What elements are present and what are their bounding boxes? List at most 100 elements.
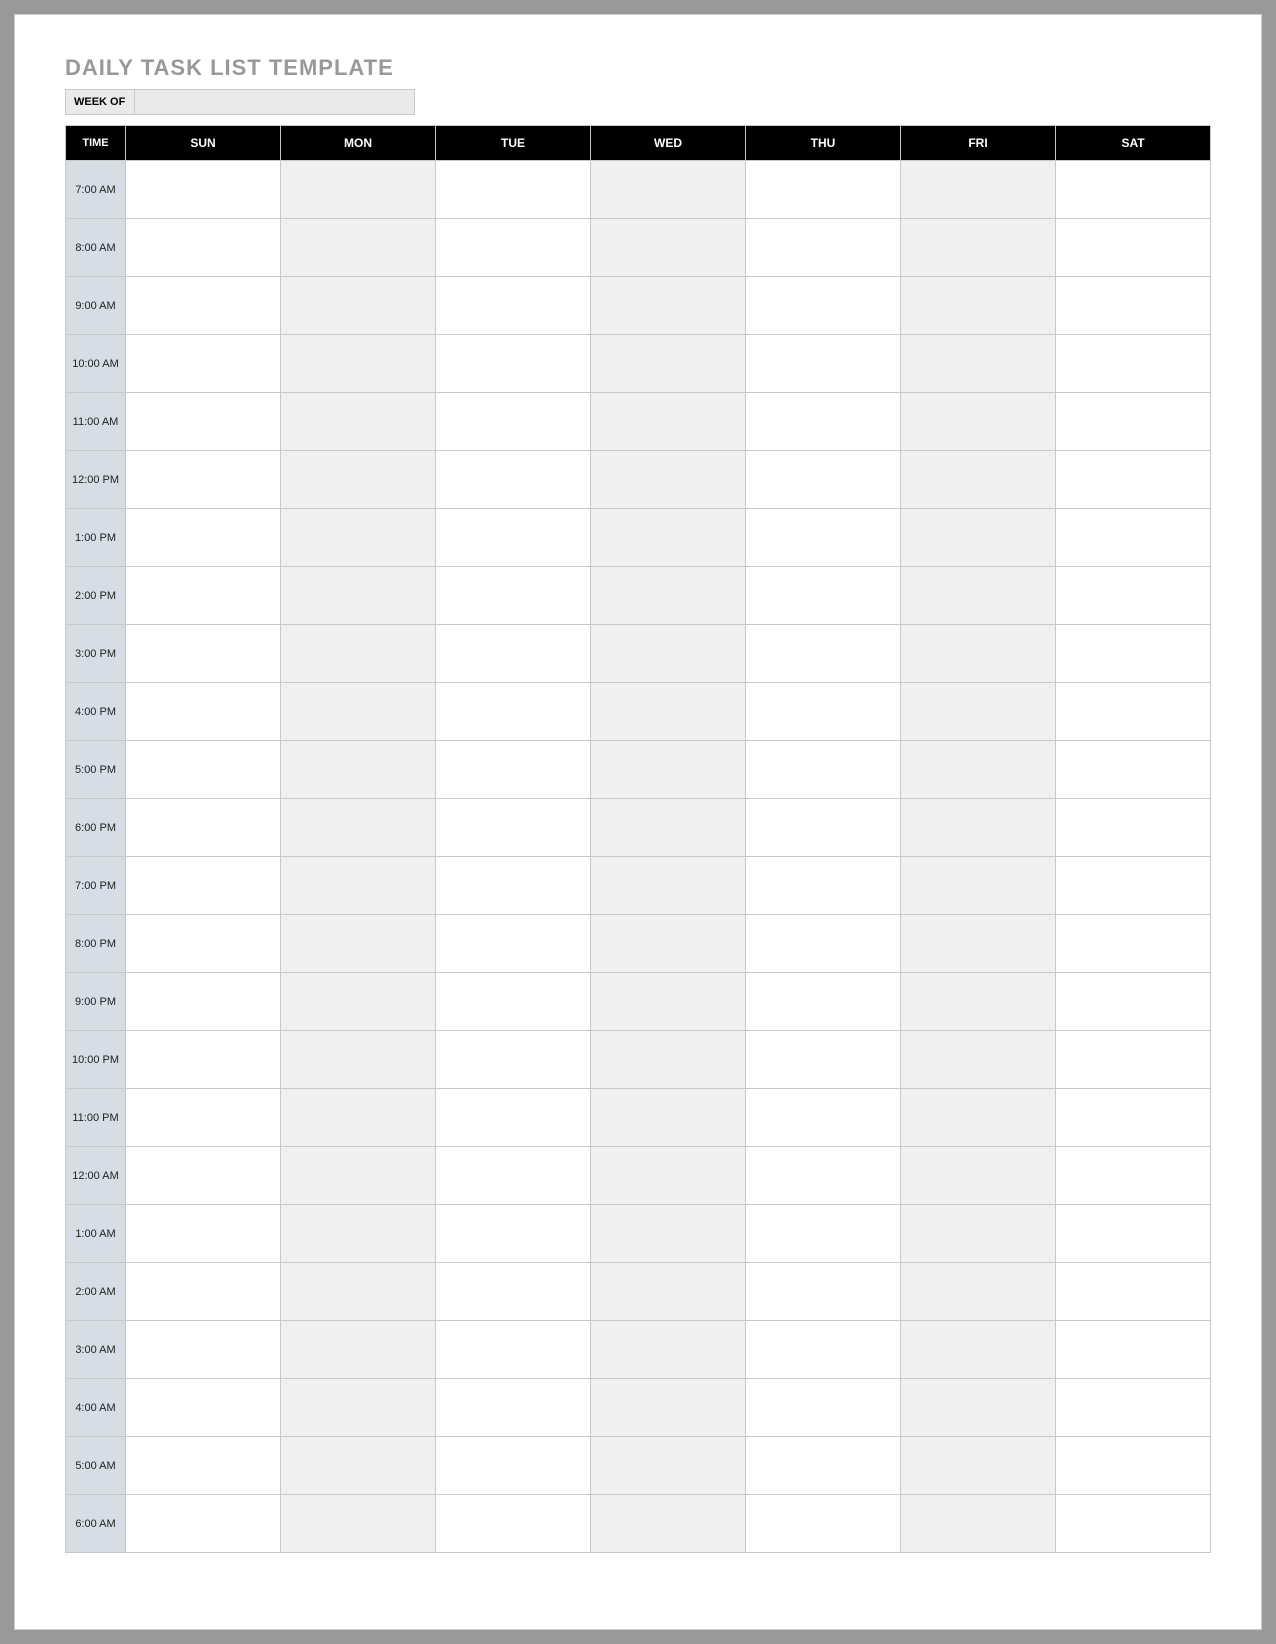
task-cell[interactable] (436, 451, 591, 509)
task-cell[interactable] (901, 1031, 1056, 1089)
task-cell[interactable] (1056, 1147, 1211, 1205)
task-cell[interactable] (281, 799, 436, 857)
task-cell[interactable] (436, 1031, 591, 1089)
task-cell[interactable] (436, 1205, 591, 1263)
task-cell[interactable] (901, 915, 1056, 973)
task-cell[interactable] (436, 161, 591, 219)
task-cell[interactable] (1056, 1031, 1211, 1089)
task-cell[interactable] (436, 277, 591, 335)
task-cell[interactable] (436, 393, 591, 451)
task-cell[interactable] (436, 1379, 591, 1437)
task-cell[interactable] (436, 1495, 591, 1553)
task-cell[interactable] (746, 799, 901, 857)
task-cell[interactable] (126, 915, 281, 973)
task-cell[interactable] (126, 451, 281, 509)
task-cell[interactable] (1056, 857, 1211, 915)
task-cell[interactable] (126, 161, 281, 219)
task-cell[interactable] (281, 1089, 436, 1147)
task-cell[interactable] (281, 973, 436, 1031)
task-cell[interactable] (591, 741, 746, 799)
task-cell[interactable] (436, 335, 591, 393)
task-cell[interactable] (1056, 335, 1211, 393)
task-cell[interactable] (901, 741, 1056, 799)
task-cell[interactable] (591, 857, 746, 915)
task-cell[interactable] (436, 1263, 591, 1321)
task-cell[interactable] (281, 161, 436, 219)
task-cell[interactable] (281, 335, 436, 393)
task-cell[interactable] (1056, 277, 1211, 335)
task-cell[interactable] (126, 219, 281, 277)
task-cell[interactable] (746, 277, 901, 335)
task-cell[interactable] (746, 683, 901, 741)
task-cell[interactable] (746, 509, 901, 567)
task-cell[interactable] (901, 1263, 1056, 1321)
task-cell[interactable] (591, 1031, 746, 1089)
task-cell[interactable] (436, 625, 591, 683)
task-cell[interactable] (746, 1089, 901, 1147)
task-cell[interactable] (901, 219, 1056, 277)
task-cell[interactable] (591, 277, 746, 335)
task-cell[interactable] (591, 1147, 746, 1205)
task-cell[interactable] (281, 1263, 436, 1321)
task-cell[interactable] (591, 1495, 746, 1553)
task-cell[interactable] (746, 1205, 901, 1263)
task-cell[interactable] (126, 625, 281, 683)
task-cell[interactable] (746, 857, 901, 915)
task-cell[interactable] (901, 1321, 1056, 1379)
task-cell[interactable] (126, 1147, 281, 1205)
task-cell[interactable] (126, 741, 281, 799)
task-cell[interactable] (436, 799, 591, 857)
task-cell[interactable] (126, 509, 281, 567)
task-cell[interactable] (281, 393, 436, 451)
task-cell[interactable] (436, 1437, 591, 1495)
task-cell[interactable] (1056, 161, 1211, 219)
task-cell[interactable] (746, 219, 901, 277)
task-cell[interactable] (746, 161, 901, 219)
task-cell[interactable] (126, 1321, 281, 1379)
task-cell[interactable] (281, 451, 436, 509)
task-cell[interactable] (591, 1321, 746, 1379)
task-cell[interactable] (746, 1263, 901, 1321)
task-cell[interactable] (281, 915, 436, 973)
task-cell[interactable] (746, 451, 901, 509)
task-cell[interactable] (901, 335, 1056, 393)
task-cell[interactable] (436, 567, 591, 625)
task-cell[interactable] (281, 857, 436, 915)
week-of-input[interactable] (135, 89, 415, 115)
task-cell[interactable] (901, 1205, 1056, 1263)
task-cell[interactable] (1056, 1205, 1211, 1263)
task-cell[interactable] (281, 1321, 436, 1379)
task-cell[interactable] (126, 335, 281, 393)
task-cell[interactable] (126, 973, 281, 1031)
task-cell[interactable] (901, 451, 1056, 509)
task-cell[interactable] (281, 1437, 436, 1495)
task-cell[interactable] (901, 1495, 1056, 1553)
task-cell[interactable] (591, 625, 746, 683)
task-cell[interactable] (901, 277, 1056, 335)
task-cell[interactable] (436, 1089, 591, 1147)
task-cell[interactable] (591, 915, 746, 973)
task-cell[interactable] (591, 567, 746, 625)
task-cell[interactable] (591, 161, 746, 219)
task-cell[interactable] (436, 219, 591, 277)
task-cell[interactable] (901, 683, 1056, 741)
task-cell[interactable] (901, 1437, 1056, 1495)
task-cell[interactable] (746, 1437, 901, 1495)
task-cell[interactable] (901, 567, 1056, 625)
task-cell[interactable] (901, 857, 1056, 915)
task-cell[interactable] (436, 973, 591, 1031)
task-cell[interactable] (281, 1147, 436, 1205)
task-cell[interactable] (436, 915, 591, 973)
task-cell[interactable] (591, 1205, 746, 1263)
task-cell[interactable] (436, 1147, 591, 1205)
task-cell[interactable] (436, 683, 591, 741)
task-cell[interactable] (436, 1321, 591, 1379)
task-cell[interactable] (436, 857, 591, 915)
task-cell[interactable] (591, 973, 746, 1031)
task-cell[interactable] (591, 509, 746, 567)
task-cell[interactable] (436, 741, 591, 799)
task-cell[interactable] (901, 161, 1056, 219)
task-cell[interactable] (1056, 1263, 1211, 1321)
task-cell[interactable] (126, 393, 281, 451)
task-cell[interactable] (746, 393, 901, 451)
